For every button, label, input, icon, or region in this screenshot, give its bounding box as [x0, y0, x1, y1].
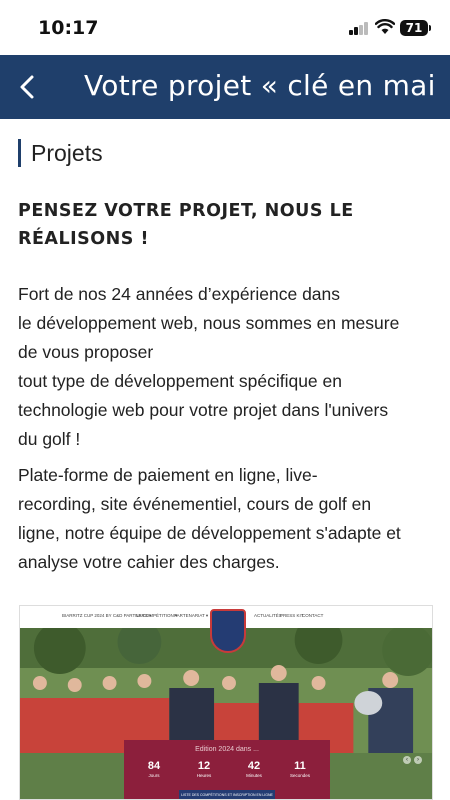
- paragraph-line: de vous proposer: [18, 342, 154, 362]
- section-title: Projets: [18, 139, 103, 167]
- paragraph-line: ligne, notre équipe de développement s'a…: [18, 523, 401, 543]
- project-screenshot-image[interactable]: BIARRITZ CUP 2024 BY C&D PARTNERS ▾ LA C…: [19, 605, 433, 800]
- countdown-minutes: 42 Minutes: [246, 760, 262, 778]
- battery-icon: 71: [400, 20, 428, 36]
- competitions-cta-button[interactable]: LISTE DES COMPÉTITIONS ET INSCRIPTION EN…: [179, 790, 275, 799]
- paragraph-line: technologie web pour votre projet dans l…: [18, 400, 389, 420]
- paragraph-line: Plate-forme de paiement en ligne, live-: [18, 465, 318, 485]
- headline-line: RÉALISONS !: [18, 229, 149, 249]
- paragraph-line: du golf !: [18, 429, 81, 449]
- page-title: Votre projet « clé en mai...: [84, 69, 434, 102]
- cellular-signal-icon: [349, 22, 369, 35]
- countdown-title: Edition 2024 dans ...: [195, 746, 259, 753]
- hero-nav-link: PRESS KIT: [280, 613, 304, 618]
- paragraph-line: tout type de développement spécifique en: [18, 371, 342, 391]
- paragraph-line: analyse votre cahier des charges.: [18, 552, 280, 572]
- carousel-next-icon[interactable]: ›: [414, 756, 422, 764]
- back-button[interactable]: [10, 65, 50, 109]
- countdown-seconds: 11 Secondes: [289, 760, 310, 778]
- headline-line: PENSEZ VOTRE PROJET, NOUS LE: [18, 201, 354, 221]
- carousel-prev-icon[interactable]: ‹: [403, 756, 411, 764]
- headline: PENSEZ VOTRE PROJET, NOUS LE RÉALISONS !: [18, 197, 428, 253]
- paragraph-line: le développement web, nous sommes en mes…: [18, 313, 400, 333]
- status-time: 10:17: [38, 17, 99, 39]
- hero-nav-link: PARTENARIAT ▾: [174, 613, 209, 618]
- paragraph-line: recording, site événementiel, cours de g…: [18, 494, 372, 514]
- navigation-bar: Votre projet « clé en mai...: [0, 55, 450, 119]
- paragraph-experience: Fort de nos 24 années d’expérience dans …: [18, 280, 432, 454]
- countdown-days: 84 Jours: [147, 760, 161, 778]
- biarritz-cup-logo: [210, 609, 246, 653]
- countdown-hours: 12 Heures: [196, 760, 212, 778]
- battery-tip: [429, 25, 431, 31]
- status-bar: 10:17 71: [0, 0, 450, 55]
- hero-nav-link: CONTACT: [302, 613, 324, 618]
- hero-nav-link: ACTUALITÉS: [254, 613, 282, 618]
- countdown-panel: Edition 2024 dans ... 84 Jours 12 Heures…: [124, 740, 330, 799]
- paragraph-services: Plate-forme de paiement en ligne, live- …: [18, 461, 432, 577]
- paragraph-line: Fort de nos 24 années d’expérience dans: [18, 284, 341, 304]
- hero-nav-link: LA COMPÉTITION ▾: [136, 613, 178, 618]
- wifi-icon: [375, 19, 395, 34]
